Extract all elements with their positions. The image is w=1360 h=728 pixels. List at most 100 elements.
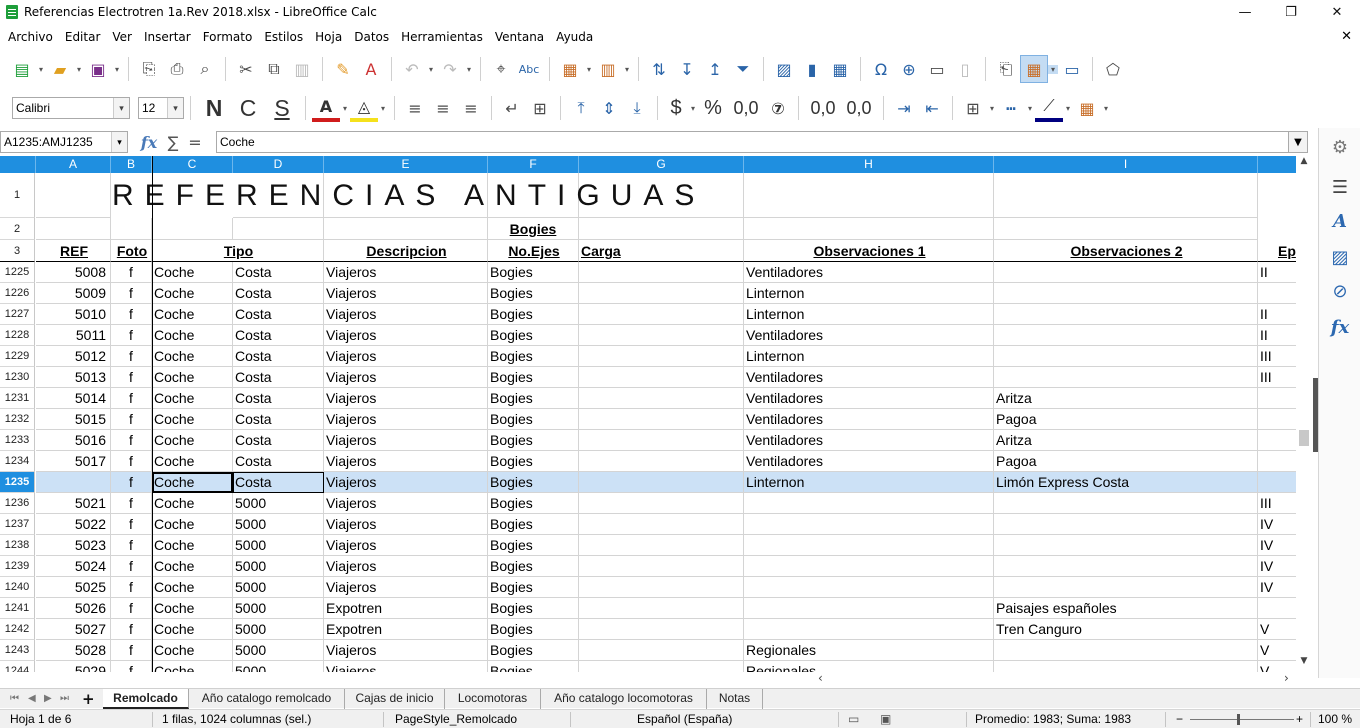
properties-icon[interactable]: ☰ [1319,172,1360,202]
cell-ref[interactable]: 5024 [36,556,111,577]
autofilter-icon[interactable]: ⏷ [729,55,757,83]
cell-e2[interactable] [324,218,488,240]
cell-observaciones-2[interactable] [994,661,1258,672]
cell-no-ejes[interactable]: Bogies [488,598,579,619]
undo-dropdown-icon[interactable]: ▾ [426,65,436,74]
header-ep[interactable]: Ep [1258,240,1296,262]
column-header-d[interactable]: D [233,156,324,173]
cell-tipo[interactable]: Coche [152,346,233,367]
cell-i2[interactable] [994,218,1258,240]
cell-descripcion[interactable]: Viajeros [324,661,488,672]
cell-observaciones-2[interactable]: Paisajes españoles [994,598,1258,619]
cell-observaciones-1[interactable]: Ventiladores [744,325,994,346]
cell-descripcion[interactable]: Viajeros [324,325,488,346]
status-summary[interactable]: Promedio: 1983; Suma: 1983 [975,710,1131,728]
cell-tipo[interactable]: Coche [152,661,233,672]
cell-carga[interactable] [579,325,744,346]
cell-ref[interactable]: 5011 [36,325,111,346]
cell-tipo[interactable]: Coche [152,535,233,556]
font-size-dropdown-icon[interactable]: ▾ [167,98,183,118]
row-header[interactable]: 1233 [0,430,35,451]
sort-icon[interactable]: ⇅ [645,55,673,83]
cell-ep[interactable]: IV [1258,514,1296,535]
cell-modelo[interactable]: 5000 [233,535,324,556]
cell-h1[interactable] [744,173,994,218]
sum-icon[interactable]: ∑ [162,133,184,152]
cell-ep[interactable] [1258,451,1296,472]
cell-tipo[interactable]: Coche [152,367,233,388]
cell-observaciones-2[interactable] [994,493,1258,514]
cell-tipo[interactable]: Coche [152,619,233,640]
cell-c2[interactable] [152,218,233,240]
menu-insertar[interactable]: Insertar [138,26,197,48]
selection-mode-icon[interactable]: ▭ [848,710,859,728]
align-bottom-icon[interactable]: ⤓ [623,94,651,122]
cell-modelo[interactable]: Costa [233,472,324,493]
cell-ref[interactable]: 5009 [36,283,111,304]
equals-icon[interactable]: = [184,133,206,152]
cell-carga[interactable] [579,262,744,283]
header-footer-icon[interactable]: ▯ [951,55,979,83]
cell-foto[interactable]: f [111,430,152,451]
cell-no-ejes[interactable]: Bogies [488,346,579,367]
zoom-slider-track[interactable] [1190,719,1294,720]
cell-modelo[interactable]: Costa [233,262,324,283]
cell-tipo[interactable]: Coche [152,409,233,430]
cell-tipo[interactable]: Coche [152,472,233,493]
header-observaciones-2[interactable]: Observaciones 2 [994,240,1258,262]
cell-h2[interactable] [744,218,994,240]
row-header[interactable]: 1241 [0,598,35,619]
borders-dropdown-icon[interactable]: ▾ [987,104,997,113]
gallery-icon[interactable]: ▨ [1319,242,1360,272]
cell-modelo[interactable]: 5000 [233,598,324,619]
cell-carga[interactable] [579,577,744,598]
cell-descripcion[interactable]: Viajeros [324,346,488,367]
border-style-dropdown-icon[interactable]: ▾ [1025,104,1035,113]
font-color-dropdown-icon[interactable]: ▾ [340,104,350,113]
insert-chart-icon[interactable]: ▮ [798,55,826,83]
cell-modelo[interactable]: Costa [233,283,324,304]
conditional-dropdown-icon[interactable]: ▾ [1101,104,1111,113]
cell-descripcion[interactable]: Expotren [324,619,488,640]
styles-icon[interactable]: A [1319,206,1360,236]
cell-foto[interactable]: f [111,283,152,304]
cell-ep[interactable]: II [1258,262,1296,283]
cell-carga[interactable] [579,493,744,514]
menu-estilos[interactable]: Estilos [258,26,309,48]
row-header[interactable]: 1235 [0,472,35,493]
cell-carga[interactable] [579,598,744,619]
save-icon[interactable]: ▣ [84,55,112,83]
cell-carga[interactable] [579,619,744,640]
pivot-table-icon[interactable]: ▦ [826,55,854,83]
cell-modelo[interactable]: Costa [233,409,324,430]
cell-observaciones-1[interactable]: Linternon [744,304,994,325]
cell-ref[interactable]: 5021 [36,493,111,514]
column-dropdown-icon[interactable]: ▾ [622,65,632,74]
cell-foto[interactable]: f [111,661,152,672]
cell-ep[interactable]: III [1258,346,1296,367]
cell-foto[interactable]: f [111,388,152,409]
cell-observaciones-2[interactable] [994,514,1258,535]
cell-no-ejes[interactable]: Bogies [488,661,579,672]
cell-no-ejes[interactable]: Bogies [488,409,579,430]
cell-no-ejes[interactable]: Bogies [488,514,579,535]
cell-foto[interactable]: f [111,451,152,472]
sort-ascending-icon[interactable]: ↧ [673,55,701,83]
border-color-icon[interactable]: ⟋ [1035,94,1063,122]
expand-formula-icon[interactable]: ▼ [1288,131,1308,153]
add-sheet-button[interactable]: + [82,689,95,709]
font-color-icon[interactable]: A [312,94,340,122]
background-color-dropdown-icon[interactable]: ▾ [378,104,388,113]
vertical-scrollbar[interactable]: ▲ ▼ [1297,156,1311,672]
cell-foto[interactable]: f [111,577,152,598]
cell-observaciones-2[interactable]: Pagoa [994,451,1258,472]
cell-tipo[interactable]: Coche [152,577,233,598]
cell-g2[interactable] [579,218,744,240]
menu-ventana[interactable]: Ventana [489,26,550,48]
align-center-icon[interactable]: ≡ [429,94,457,122]
cell-carga[interactable] [579,430,744,451]
special-character-icon[interactable]: Ω [867,55,895,83]
name-box-dropdown-icon[interactable]: ▾ [111,132,127,152]
close-button[interactable]: ✕ [1314,0,1360,24]
cell-foto[interactable]: f [111,262,152,283]
